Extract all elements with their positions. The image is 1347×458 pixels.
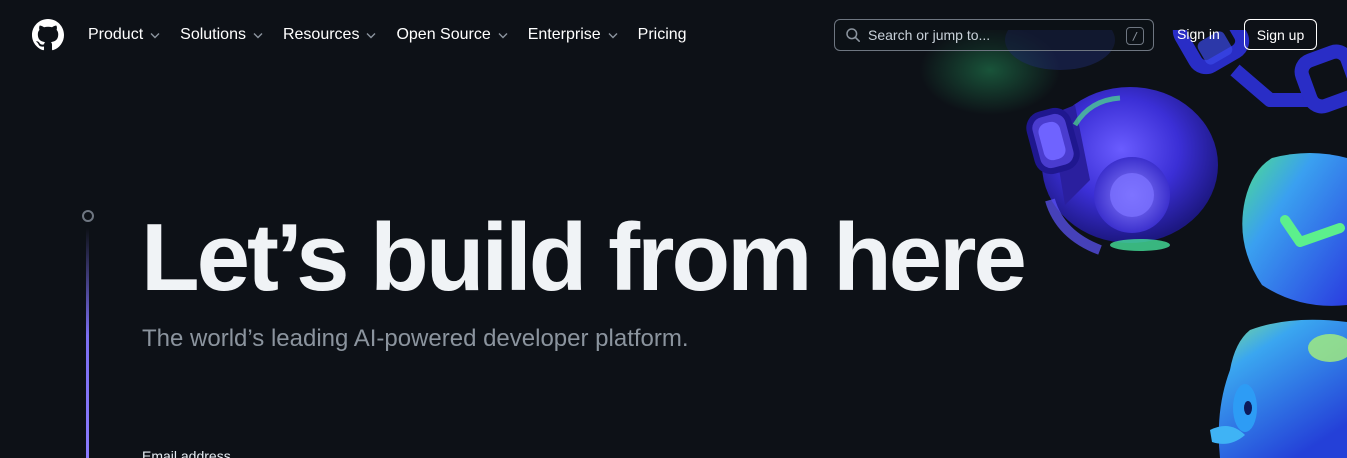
- timeline-line: [86, 228, 89, 458]
- hero-title: Let’s build from here: [141, 204, 1027, 311]
- nav-resources[interactable]: Resources: [283, 26, 377, 44]
- sign-in-link[interactable]: Sign in: [1177, 26, 1220, 42]
- nav-product[interactable]: Product: [88, 26, 161, 44]
- search-input[interactable]: Search or jump to... /: [834, 19, 1154, 51]
- nav-open-source[interactable]: Open Source: [396, 26, 508, 44]
- site-header: Product Solutions Resources Open Source …: [0, 0, 1347, 70]
- nav-enterprise-label: Enterprise: [527, 26, 601, 43]
- search-icon: [845, 27, 861, 43]
- nav-pricing[interactable]: Pricing: [638, 26, 687, 44]
- nav-resources-label: Resources: [282, 26, 360, 43]
- nav-solutions[interactable]: Solutions: [180, 26, 264, 44]
- chevron-down-icon: [497, 29, 509, 41]
- nav-enterprise[interactable]: Enterprise: [528, 26, 619, 44]
- timeline-dot: [82, 210, 94, 222]
- email-label: Email address: [142, 448, 231, 458]
- main-nav: Product Solutions Resources Open Source …: [88, 24, 687, 46]
- nav-open-source-label: Open Source: [396, 26, 491, 43]
- github-logo-icon[interactable]: [32, 19, 64, 51]
- chevron-down-icon: [149, 29, 161, 41]
- hero-subtitle: The world’s leading AI-powered developer…: [142, 325, 689, 352]
- nav-solutions-label: Solutions: [180, 26, 246, 43]
- page: Product Solutions Resources Open Source …: [0, 0, 1347, 458]
- chevron-down-icon: [252, 29, 264, 41]
- sign-up-button[interactable]: Sign up: [1244, 19, 1317, 50]
- chevron-down-icon: [365, 29, 377, 41]
- search-placeholder: Search or jump to...: [868, 27, 991, 43]
- nav-product-label: Product: [88, 26, 144, 43]
- chevron-down-icon: [607, 29, 619, 41]
- search-shortcut-key: /: [1126, 27, 1144, 45]
- nav-pricing-label: Pricing: [637, 26, 687, 43]
